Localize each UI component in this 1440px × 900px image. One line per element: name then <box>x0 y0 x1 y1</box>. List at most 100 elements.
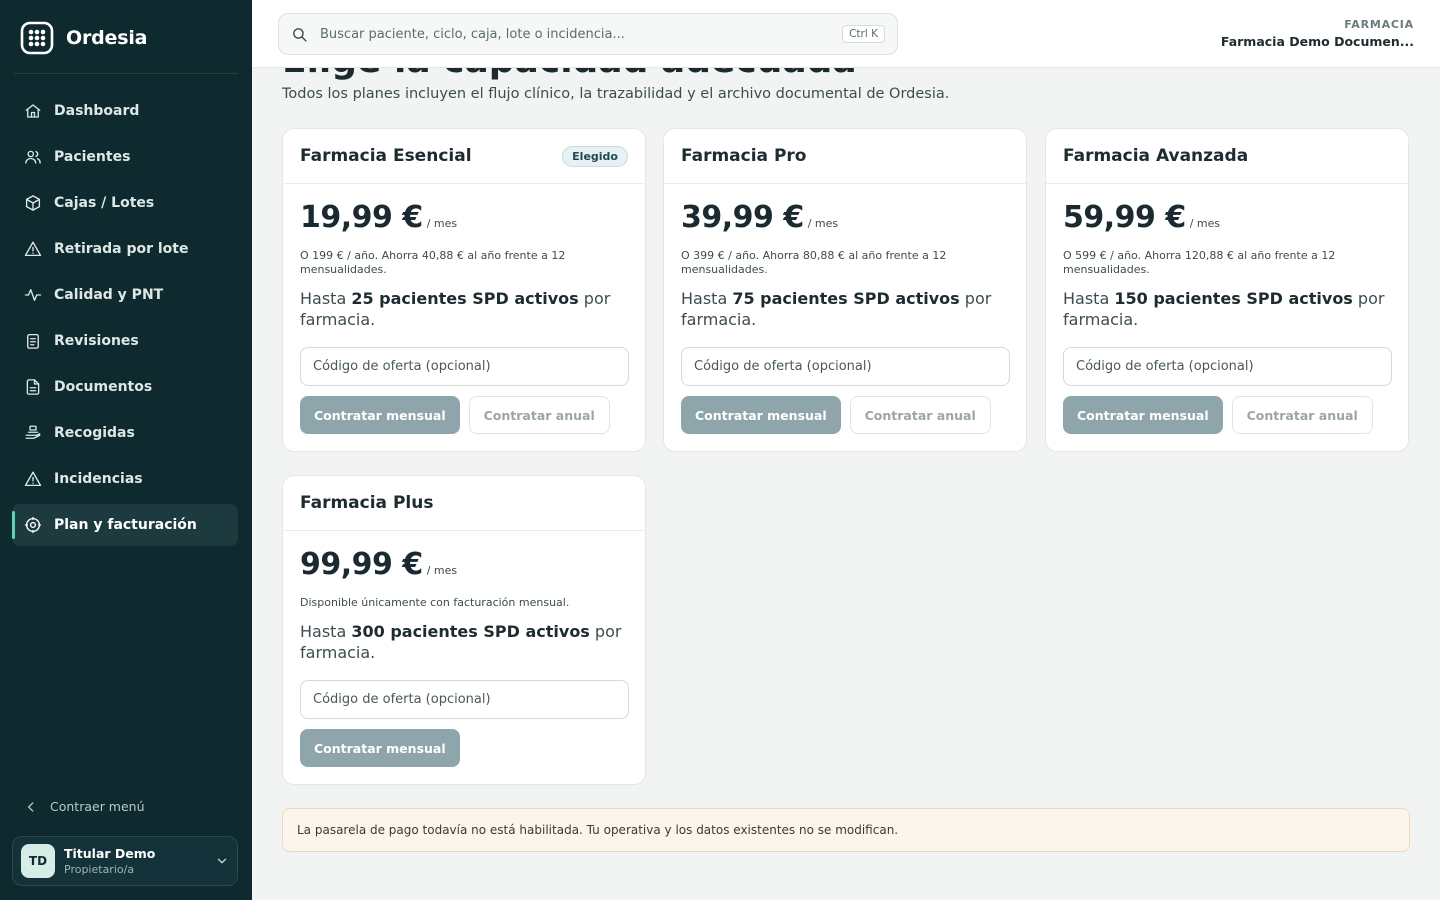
search-input[interactable] <box>320 26 831 42</box>
sidebar-item-documentos[interactable]: Documentos <box>12 366 238 408</box>
plan-card-plus: Farmacia Plus 99,99 € / mes Disponible ú… <box>282 475 646 785</box>
offer-code-input[interactable] <box>1063 347 1392 386</box>
price-period: / mes <box>1189 217 1221 230</box>
plan-name: Farmacia Pro <box>681 146 807 166</box>
brand[interactable]: Ordesia <box>20 20 147 56</box>
warning-icon <box>24 471 42 487</box>
pharmacy-selector[interactable]: FARMACIA Farmacia Demo Documen... <box>1221 18 1414 49</box>
org-name: Farmacia Demo Documen... <box>1220 34 1414 49</box>
plan-card-body: 59,99 € / mes O 599 € / año. Ahorra 120,… <box>1046 184 1408 451</box>
chevron-left-icon <box>28 801 34 812</box>
plan-note: O 399 € / año. Ahorra 80,88 € al año fre… <box>681 249 947 276</box>
collapse-menu-label: Contraer menú <box>50 799 145 814</box>
plan-capacity: Hasta 300 pacientes SPD activos por farm… <box>300 621 628 663</box>
main-content: Elige la capacidad adecuada Todos los pl… <box>252 68 1440 900</box>
plan-name: Farmacia Esencial <box>300 146 472 166</box>
sidebar: Ordesia Dashboard Pacientes Cajas / Lote… <box>0 0 252 900</box>
capacity-value: 75 pacientes SPD activos <box>732 289 960 308</box>
plan-actions: Contratar mensual Contratar anual <box>681 396 1009 434</box>
price-period: / mes <box>807 217 839 230</box>
page-title: Elige la capacidad adecuada <box>282 68 857 81</box>
search-bar[interactable]: Ctrl K <box>278 13 898 55</box>
plan-card-header: Farmacia Esencial Elegido <box>283 129 645 184</box>
search-shortcut-hint: Ctrl K <box>842 25 885 43</box>
sidebar-item-cajas-lotes[interactable]: Cajas / Lotes <box>12 182 238 224</box>
offer-code-input[interactable] <box>300 680 629 719</box>
plan-card-body: 39,99 € / mes O 399 € / año. Ahorra 80,8… <box>664 184 1026 451</box>
home-icon <box>25 104 41 118</box>
sidebar-item-plan-facturacion[interactable]: Plan y facturación <box>12 504 238 546</box>
sidebar-item-dashboard[interactable]: Dashboard <box>12 90 238 132</box>
sidebar-item-label: Pacientes <box>54 149 131 165</box>
user-menu[interactable]: TD Titular Demo Propietario/a <box>12 836 238 886</box>
payment-gateway-notice: La pasarela de pago todavía no está habi… <box>282 808 1410 852</box>
sidebar-nav: Dashboard Pacientes Cajas / Lotes Retira… <box>12 90 238 550</box>
price-line: 19,99 € / mes <box>300 200 628 235</box>
activity-icon <box>24 289 42 301</box>
plan-card-avanzada: Farmacia Avanzada 59,99 € / mes O 599 € … <box>1045 128 1409 452</box>
contract-monthly-button[interactable]: Contratar mensual <box>681 396 841 434</box>
contract-annual-button[interactable]: Contratar anual <box>468 396 610 434</box>
offer-code-input[interactable] <box>300 347 629 386</box>
offer-code-input[interactable] <box>681 347 1010 386</box>
contract-annual-button[interactable]: Contratar anual <box>1231 396 1373 434</box>
plan-note: Disponible únicamente con facturación me… <box>300 596 570 609</box>
ordesia-logo-icon <box>20 21 54 55</box>
plan-price: 39,99 € <box>681 200 804 235</box>
sidebar-item-revisiones[interactable]: Revisiones <box>12 320 238 362</box>
sidebar-item-incidencias[interactable]: Incidencias <box>12 458 238 500</box>
plan-actions: Contratar mensual <box>300 729 628 767</box>
plan-card-body: 19,99 € / mes O 199 € / año. Ahorra 40,8… <box>283 184 645 451</box>
plan-actions: Contratar mensual Contratar anual <box>1063 396 1391 434</box>
capacity-prefix: Hasta <box>300 289 347 308</box>
price-period: / mes <box>426 217 458 230</box>
sidebar-item-label: Documentos <box>54 379 153 395</box>
plan-card-header: Farmacia Plus <box>283 476 645 531</box>
price-line: 39,99 € / mes <box>681 200 1009 235</box>
org-label: FARMACIA <box>1344 18 1414 31</box>
sidebar-item-recogidas[interactable]: Recogidas <box>12 412 238 454</box>
contract-monthly-button[interactable]: Contratar mensual <box>1063 396 1223 434</box>
users-icon <box>25 150 41 164</box>
capacity-prefix: Hasta <box>681 289 728 308</box>
plan-card-pro: Farmacia Pro 39,99 € / mes O 399 € / año… <box>663 128 1027 452</box>
user-role: Propietario/a <box>64 863 135 876</box>
app-name: Ordesia <box>66 27 148 49</box>
collapse-menu-button[interactable]: Contraer menú <box>24 799 145 814</box>
plan-name: Farmacia Avanzada <box>1063 146 1249 166</box>
plan-note: O 199 € / año. Ahorra 40,88 € al año fre… <box>300 249 566 276</box>
document-icon <box>26 379 40 395</box>
plan-card-header: Farmacia Avanzada <box>1046 129 1408 184</box>
warning-icon <box>24 241 42 257</box>
plan-card-esencial: Farmacia Esencial Elegido 19,99 € / mes … <box>282 128 646 452</box>
plan-capacity: Hasta 75 pacientes SPD activos por farma… <box>681 288 1009 330</box>
sidebar-item-label: Plan y facturación <box>54 517 197 533</box>
plan-card-header: Farmacia Pro <box>664 129 1026 184</box>
clipboard-icon <box>27 333 39 349</box>
plan-price: 19,99 € <box>300 200 423 235</box>
page-subtitle: Todos los planes incluyen el flujo clíni… <box>282 86 950 102</box>
sidebar-item-retirada-por-lote[interactable]: Retirada por lote <box>12 228 238 270</box>
price-line: 59,99 € / mes <box>1063 200 1391 235</box>
topbar: Ctrl K FARMACIA Farmacia Demo Documen... <box>252 0 1440 68</box>
hand-icon <box>25 425 41 439</box>
capacity-value: 150 pacientes SPD activos <box>1114 289 1353 308</box>
sidebar-item-label: Calidad y PNT <box>54 287 164 303</box>
capacity-value: 300 pacientes SPD activos <box>351 622 590 641</box>
contract-monthly-button[interactable]: Contratar mensual <box>300 729 460 767</box>
sidebar-item-label: Cajas / Lotes <box>54 195 155 211</box>
sidebar-item-calidad-pnt[interactable]: Calidad y PNT <box>12 274 238 316</box>
sidebar-item-label: Incidencias <box>54 471 143 487</box>
gear-icon <box>24 516 42 534</box>
price-line: 99,99 € / mes <box>300 547 628 582</box>
plan-card-body: 99,99 € / mes Disponible únicamente con … <box>283 531 645 784</box>
sidebar-item-pacientes[interactable]: Pacientes <box>12 136 238 178</box>
sidebar-item-label: Revisiones <box>54 333 139 349</box>
plan-name: Farmacia Plus <box>300 493 434 513</box>
capacity-value: 25 pacientes SPD activos <box>351 289 579 308</box>
avatar: TD <box>21 844 55 878</box>
contract-monthly-button[interactable]: Contratar mensual <box>300 396 460 434</box>
contract-annual-button[interactable]: Contratar anual <box>849 396 991 434</box>
selected-badge: Elegido <box>562 145 628 167</box>
user-info: Titular Demo Propietario/a <box>64 846 155 876</box>
